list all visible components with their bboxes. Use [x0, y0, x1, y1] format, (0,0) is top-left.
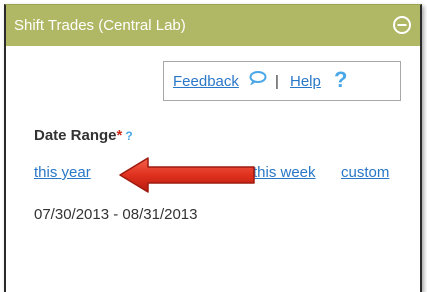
help-question-icon[interactable]: ? [334, 67, 347, 93]
required-star: * [116, 127, 123, 144]
feedback-link[interactable]: Feedback [173, 73, 239, 90]
link-separator: | [275, 73, 279, 90]
info-question-icon[interactable]: ? [125, 129, 132, 143]
speech-bubble-icon[interactable] [249, 71, 267, 85]
date-range-value: 07/30/2013 - 08/31/2013 [34, 206, 198, 223]
option-this-year[interactable]: this year [34, 164, 91, 181]
panel-titlebar: Shift Trades (Central Lab) [6, 5, 420, 46]
panel-title: Shift Trades (Central Lab) [14, 17, 186, 34]
option-this-week[interactable]: this week [253, 164, 316, 181]
feedback-help-box: Feedback | Help ? [163, 61, 401, 101]
red-arrow-annotation [119, 157, 255, 193]
shift-trades-panel: Shift Trades (Central Lab) Feedback | He… [4, 4, 422, 292]
option-custom[interactable]: custom [341, 164, 389, 181]
date-range-label-text: Date Range [34, 127, 117, 144]
date-range-label: Date Range*? [34, 127, 133, 144]
help-link[interactable]: Help [290, 73, 321, 90]
minus-circle-icon[interactable] [392, 15, 412, 35]
